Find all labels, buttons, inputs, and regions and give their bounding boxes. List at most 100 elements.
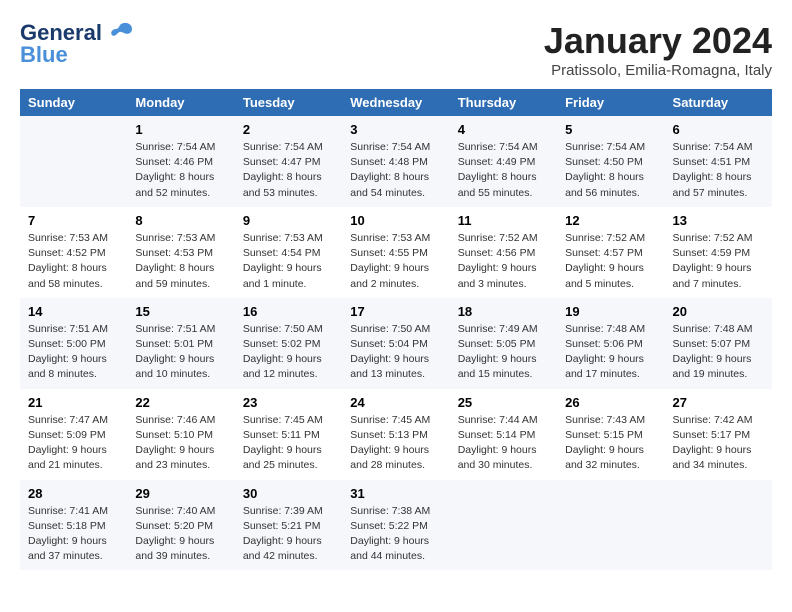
day-cell: 9Sunrise: 7:53 AMSunset: 4:54 PMDaylight…	[235, 207, 342, 298]
sunset-text: Sunset: 5:09 PM	[28, 429, 106, 441]
day-info: Sunrise: 7:52 AMSunset: 4:59 PMDaylight:…	[673, 231, 764, 292]
day-info: Sunrise: 7:51 AMSunset: 5:00 PMDaylight:…	[28, 322, 119, 383]
sunrise-text: Sunrise: 7:44 AM	[458, 414, 538, 426]
sunrise-text: Sunrise: 7:42 AM	[673, 414, 753, 426]
daylight-text: Daylight: 9 hours and 13 minutes.	[350, 353, 429, 380]
sunset-text: Sunset: 5:05 PM	[458, 338, 536, 350]
sunset-text: Sunset: 4:59 PM	[673, 247, 751, 259]
daylight-text: Daylight: 8 hours and 56 minutes.	[565, 171, 644, 198]
sunset-text: Sunset: 5:20 PM	[135, 520, 213, 532]
day-number: 28	[28, 486, 119, 501]
daylight-text: Daylight: 9 hours and 25 minutes.	[243, 444, 322, 471]
daylight-text: Daylight: 9 hours and 44 minutes.	[350, 535, 429, 562]
day-cell: 19Sunrise: 7:48 AMSunset: 5:06 PMDayligh…	[557, 298, 664, 389]
day-number: 30	[243, 486, 334, 501]
daylight-text: Daylight: 8 hours and 53 minutes.	[243, 171, 322, 198]
sunset-text: Sunset: 4:56 PM	[458, 247, 536, 259]
day-info: Sunrise: 7:45 AMSunset: 5:13 PMDaylight:…	[350, 413, 441, 474]
day-number: 22	[135, 395, 226, 410]
day-info: Sunrise: 7:47 AMSunset: 5:09 PMDaylight:…	[28, 413, 119, 474]
day-info: Sunrise: 7:43 AMSunset: 5:15 PMDaylight:…	[565, 413, 656, 474]
day-cell: 4Sunrise: 7:54 AMSunset: 4:49 PMDaylight…	[450, 116, 557, 207]
daylight-text: Daylight: 9 hours and 10 minutes.	[135, 353, 214, 380]
day-info: Sunrise: 7:41 AMSunset: 5:18 PMDaylight:…	[28, 504, 119, 565]
weekday-header-row: SundayMondayTuesdayWednesdayThursdayFrid…	[20, 89, 772, 116]
daylight-text: Daylight: 9 hours and 8 minutes.	[28, 353, 107, 380]
sunset-text: Sunset: 5:06 PM	[565, 338, 643, 350]
day-cell: 3Sunrise: 7:54 AMSunset: 4:48 PMDaylight…	[342, 116, 449, 207]
sunrise-text: Sunrise: 7:53 AM	[350, 232, 430, 244]
sunrise-text: Sunrise: 7:53 AM	[28, 232, 108, 244]
daylight-text: Daylight: 9 hours and 37 minutes.	[28, 535, 107, 562]
day-cell: 12 Sunrise: 7:52 AMSunset: 4:57 PMDayligh…	[557, 207, 664, 298]
sunset-text: Sunset: 4:54 PM	[243, 247, 321, 259]
sunrise-text: Sunrise: 7:49 AM	[458, 323, 538, 335]
day-cell: 15Sunrise: 7:51 AMSunset: 5:01 PMDayligh…	[127, 298, 234, 389]
daylight-text: Daylight: 8 hours and 57 minutes.	[673, 171, 752, 198]
sunrise-text: Sunrise: 7:43 AM	[565, 414, 645, 426]
day-number: 17	[350, 304, 441, 319]
day-info: Sunrise: 7:39 AMSunset: 5:21 PMDaylight:…	[243, 504, 334, 565]
sunrise-text: Sunrise: 7:52 AM	[458, 232, 538, 244]
day-info: Sunrise: 7:54 AMSunset: 4:46 PMDaylight:…	[135, 140, 226, 201]
day-number: 27	[673, 395, 764, 410]
day-number: 29	[135, 486, 226, 501]
day-info: Sunrise: 7:44 AMSunset: 5:14 PMDaylight:…	[458, 413, 549, 474]
week-row-3: 14Sunrise: 7:51 AMSunset: 5:00 PMDayligh…	[20, 298, 772, 389]
day-info: Sunrise: 7:42 AMSunset: 5:17 PMDaylight:…	[673, 413, 764, 474]
sunset-text: Sunset: 4:55 PM	[350, 247, 428, 259]
day-info: Sunrise: 7:49 AMSunset: 5:05 PMDaylight:…	[458, 322, 549, 383]
sunrise-text: Sunrise: 7:54 AM	[565, 141, 645, 153]
week-row-5: 28 Sunrise: 7:41 AMSunset: 5:18 PMDayligh…	[20, 480, 772, 571]
day-number: 7	[28, 213, 119, 228]
sunrise-text: Sunrise: 7:54 AM	[458, 141, 538, 153]
daylight-text: Daylight: 9 hours and 17 minutes.	[565, 353, 644, 380]
calendar-table: SundayMondayTuesdayWednesdayThursdayFrid…	[20, 89, 772, 570]
daylight-text: Daylight: 8 hours and 58 minutes.	[28, 262, 107, 289]
sunset-text: Sunset: 5:10 PM	[135, 429, 213, 441]
day-info: Sunrise: 7:51 AMSunset: 5:01 PMDaylight:…	[135, 322, 226, 383]
sunset-text: Sunset: 4:51 PM	[673, 156, 751, 168]
daylight-text: Daylight: 9 hours and 28 minutes.	[350, 444, 429, 471]
sunrise-text: Sunrise: 7:52 AM	[673, 232, 753, 244]
day-number: 21	[28, 395, 119, 410]
day-number: 4	[458, 122, 549, 137]
sunrise-text: Sunrise: 7:51 AM	[28, 323, 108, 335]
day-cell: 22Sunrise: 7:46 AMSunset: 5:10 PMDayligh…	[127, 389, 234, 480]
day-cell: 21 Sunrise: 7:47 AMSunset: 5:09 PMDayligh…	[20, 389, 127, 480]
day-cell	[557, 480, 664, 571]
day-cell: 31Sunrise: 7:38 AMSunset: 5:22 PMDayligh…	[342, 480, 449, 571]
day-info: Sunrise: 7:52 AM Sunset: 4:56 PM Daylight:…	[458, 231, 549, 292]
week-row-2: 7 Sunrise: 7:53 AMSunset: 4:52 PMDaylight…	[20, 207, 772, 298]
day-cell: 7 Sunrise: 7:53 AMSunset: 4:52 PMDaylight…	[20, 207, 127, 298]
sunrise-text: Sunrise: 7:50 AM	[243, 323, 323, 335]
sunset-text: Sunset: 5:07 PM	[673, 338, 751, 350]
day-cell: 24Sunrise: 7:45 AMSunset: 5:13 PMDayligh…	[342, 389, 449, 480]
day-info: Sunrise: 7:48 AMSunset: 5:06 PMDaylight:…	[565, 322, 656, 383]
day-cell: 28 Sunrise: 7:41 AMSunset: 5:18 PMDayligh…	[20, 480, 127, 571]
daylight-text: Daylight: 9 hours and 1 minute.	[243, 262, 322, 289]
daylight-text: Daylight: 9 hours and 3 minutes.	[458, 262, 537, 289]
day-cell: 11Sunrise: 7:52 AMSunset: 4:56 PMDayligh…	[450, 207, 557, 298]
weekday-header-thursday: Thursday	[450, 89, 557, 116]
weekday-header-friday: Friday	[557, 89, 664, 116]
sunrise-text: Sunrise: 7:54 AM	[243, 141, 323, 153]
day-number: 12	[565, 213, 656, 228]
sunset-text: Sunset: 4:50 PM	[565, 156, 643, 168]
day-info: Sunrise: 7:52 AMSunset: 4:57 PMDaylight:…	[565, 231, 656, 292]
sunrise-text: Sunrise: 7:52 AM	[565, 232, 645, 244]
day-cell: 26Sunrise: 7:43 AMSunset: 5:15 PMDayligh…	[557, 389, 664, 480]
sunset-text: Sunset: 4:47 PM	[243, 156, 321, 168]
daylight-text: Daylight: 8 hours and 54 minutes.	[350, 171, 429, 198]
day-cell: 8Sunrise: 7:53 AMSunset: 4:53 PMDaylight…	[127, 207, 234, 298]
day-info: Sunrise: 7:54 AMSunset: 4:51 PMDaylight:…	[673, 140, 764, 201]
day-cell	[450, 480, 557, 571]
day-info: Sunrise: 7:53 AMSunset: 4:52 PMDaylight:…	[28, 231, 119, 292]
sunrise-text: Sunrise: 7:54 AM	[135, 141, 215, 153]
day-info: Sunrise: 7:54 AMSunset: 4:48 PMDaylight:…	[350, 140, 441, 201]
day-number: 31	[350, 486, 441, 501]
daylight-text: Daylight: 9 hours and 42 minutes.	[243, 535, 322, 562]
sunset-text: Sunset: 5:01 PM	[135, 338, 213, 350]
day-number: 6	[673, 122, 764, 137]
weekday-header-wednesday: Wednesday	[342, 89, 449, 116]
